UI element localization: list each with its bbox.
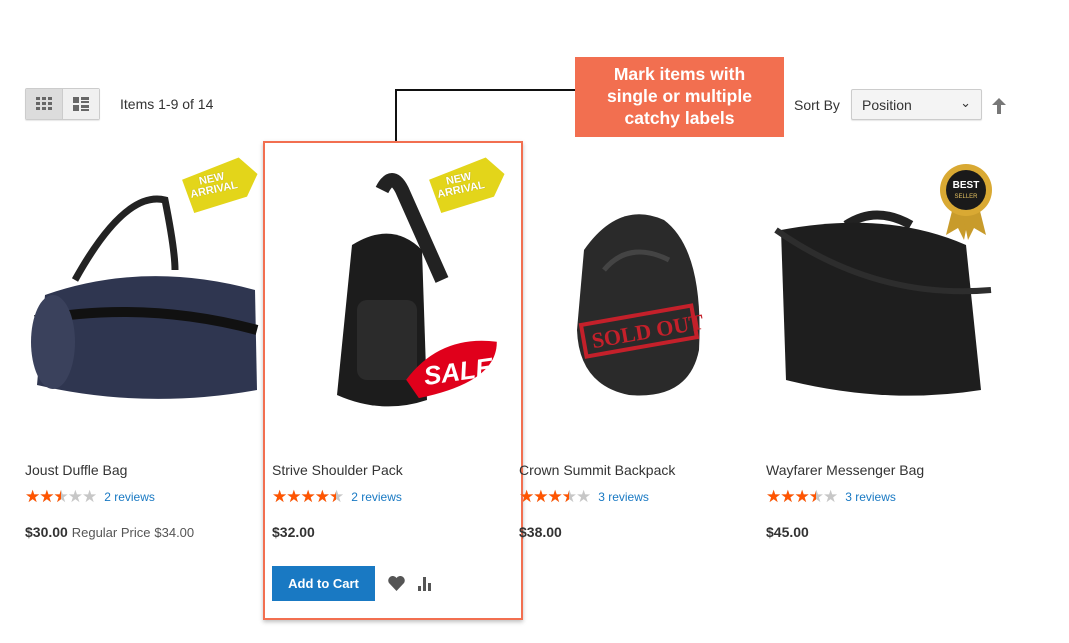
svg-text:BEST: BEST (953, 180, 980, 191)
regular-price: $34.00 (154, 525, 195, 540)
view-mode-switcher (25, 88, 100, 120)
star-rating: ★★★★★★★★★★ (519, 487, 591, 506)
product-rating: ★★★★★★★★★★ 2 reviews (25, 488, 155, 506)
callout-line: single or multiple (607, 86, 752, 106)
grid-icon (36, 97, 52, 110)
reviews-link[interactable]: 3 reviews (845, 490, 896, 504)
list-icon (73, 97, 89, 111)
product-name[interactable]: Wayfarer Messenger Bag (766, 462, 924, 478)
product-image[interactable]: BEST SELLER (766, 150, 1006, 440)
product-rating: ★★★★★★★★★★ 2 reviews (272, 488, 402, 506)
star-rating: ★★★★★★★★★★ (272, 487, 344, 506)
product-image[interactable]: SALE (272, 150, 512, 440)
final-price: $30.00 (25, 524, 68, 540)
product-name[interactable]: Joust Duffle Bag (25, 462, 127, 478)
callout-line: catchy labels (624, 108, 735, 128)
callout-connector-vertical (395, 89, 397, 142)
reviews-link[interactable]: 2 reviews (104, 490, 155, 504)
callout-connector (395, 89, 576, 91)
reviews-link[interactable]: 3 reviews (598, 490, 649, 504)
toolbar-amount: Items 1-9 of 14 (120, 96, 214, 112)
sort-value: Position (862, 97, 912, 113)
product-price: $32.00 (272, 524, 315, 540)
sort-direction-button[interactable] (992, 98, 1006, 119)
product-name[interactable]: Crown Summit Backpack (519, 462, 675, 478)
arrow-up-icon (992, 98, 1006, 114)
product-price: $30.00 Regular Price $34.00 (25, 524, 194, 540)
chevron-down-icon: ⌄ (960, 95, 971, 110)
product-name[interactable]: Strive Shoulder Pack (272, 462, 403, 478)
add-to-cart-button[interactable]: Add to Cart (272, 566, 375, 601)
svg-text:SELLER: SELLER (954, 194, 978, 200)
product-rating: ★★★★★★★★★★ 3 reviews (519, 488, 649, 506)
product-price: $45.00 (766, 524, 809, 540)
reviews-link[interactable]: 2 reviews (351, 490, 402, 504)
product-image[interactable] (25, 150, 265, 440)
compare-icon[interactable] (418, 575, 434, 591)
grid-view-button[interactable] (26, 89, 63, 119)
product-rating: ★★★★★★★★★★ 3 reviews (766, 488, 896, 506)
callout-line: Mark items with (613, 64, 746, 84)
product-image[interactable]: SOLD OUT (519, 150, 759, 440)
heart-icon[interactable] (388, 576, 405, 591)
list-view-button[interactable] (63, 89, 99, 119)
callout-box: Mark items with single or multiple catch… (575, 57, 784, 137)
regular-price-label: Regular Price (71, 525, 151, 540)
star-rating: ★★★★★★★★★★ (766, 487, 838, 506)
sort-by-label: Sort By (794, 97, 840, 113)
star-rating: ★★★★★★★★★★ (25, 487, 97, 506)
product-price: $38.00 (519, 524, 562, 540)
best-seller-badge: BEST SELLER (940, 164, 992, 240)
sort-select[interactable]: Position ⌄ (851, 89, 982, 120)
